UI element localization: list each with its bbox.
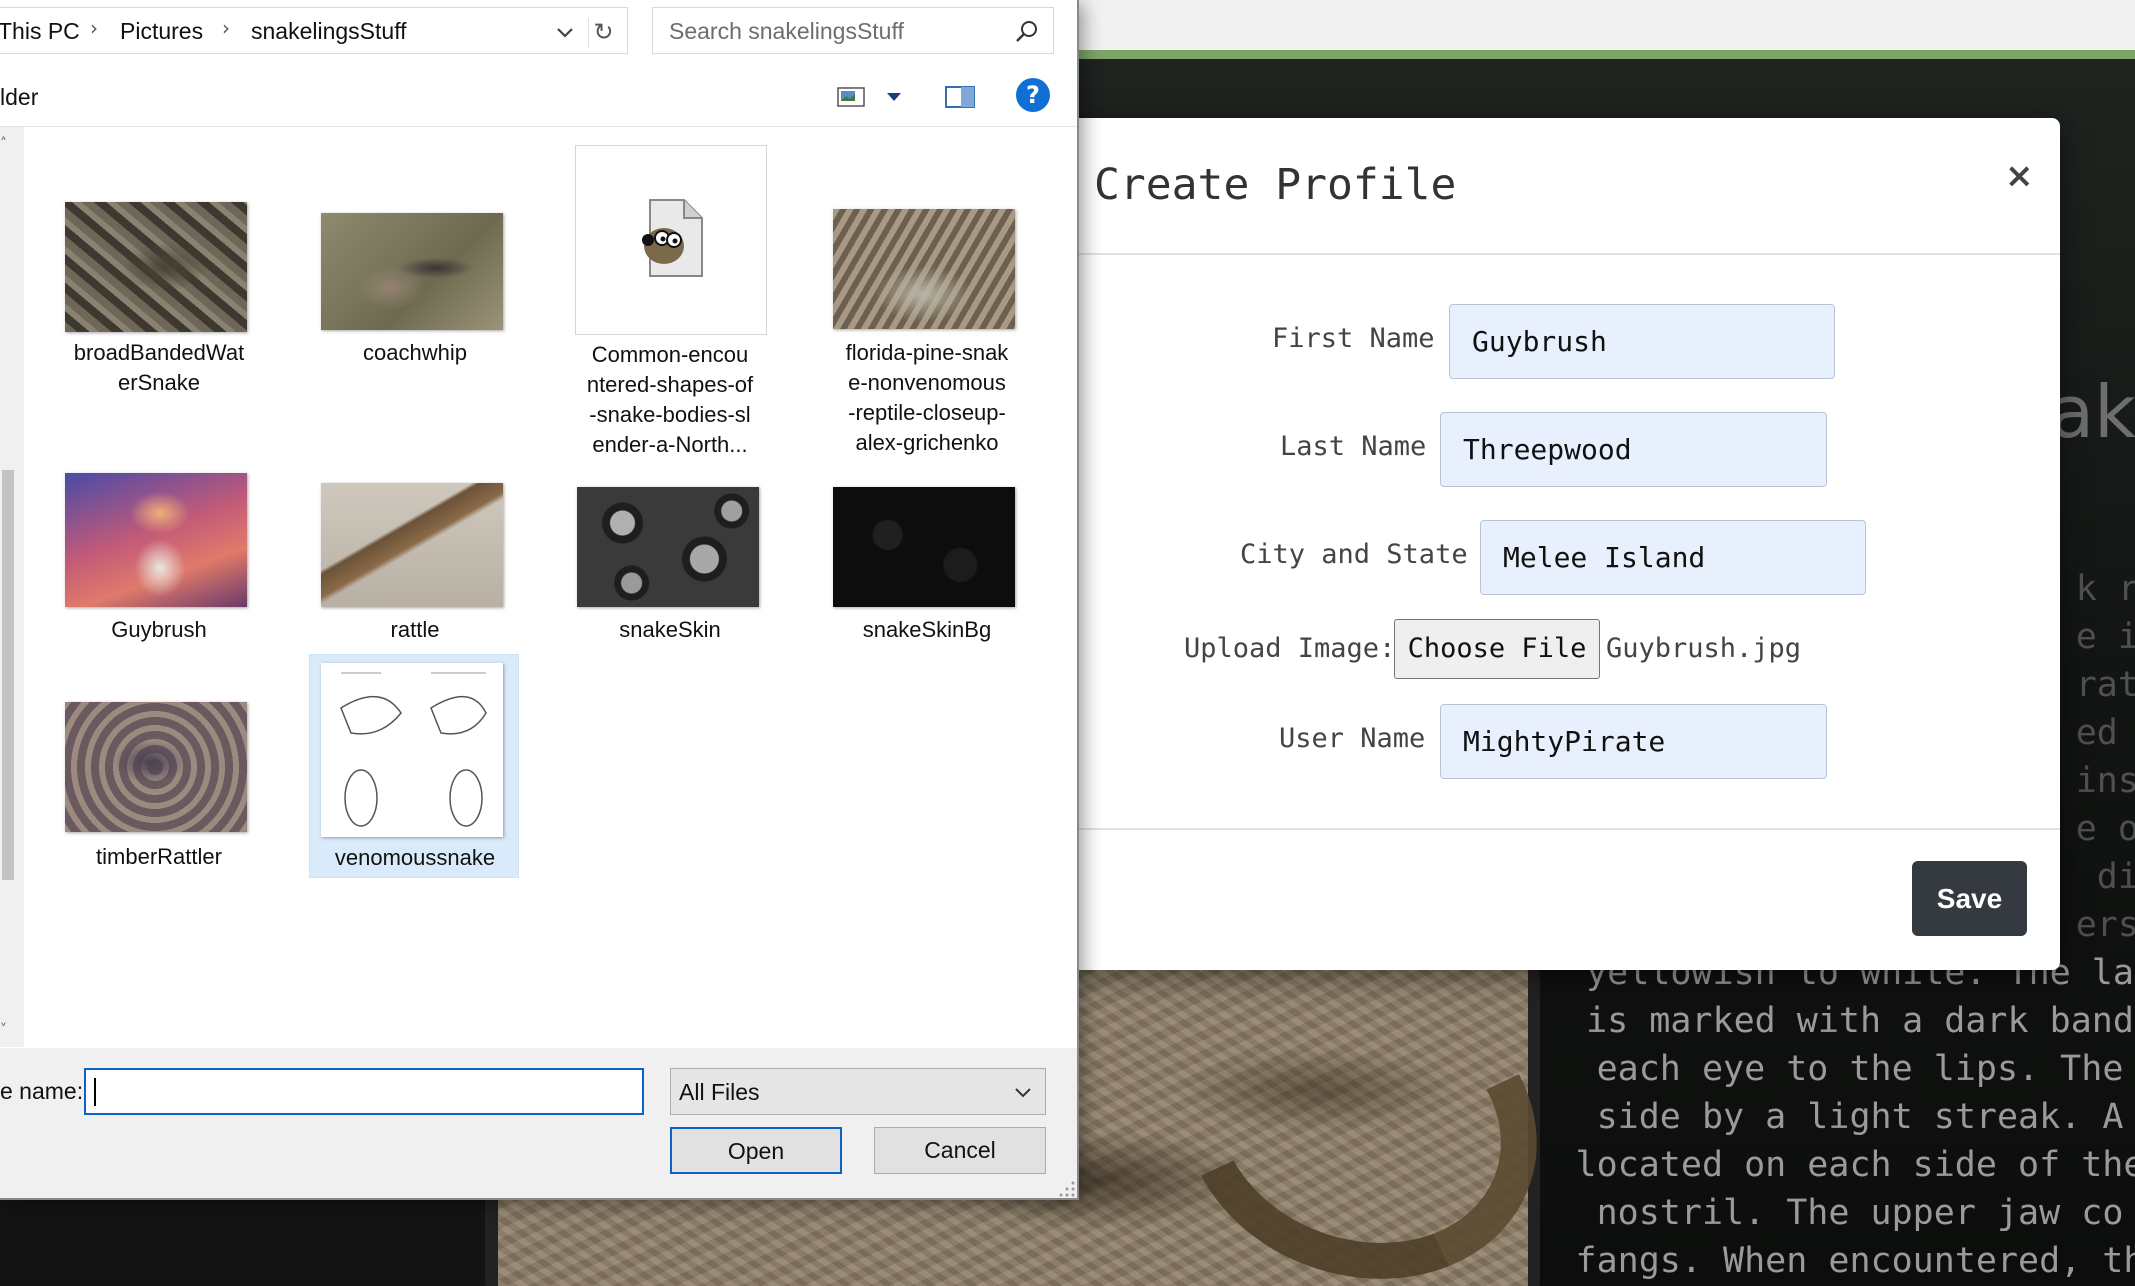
file-label: snakeSkin	[619, 617, 721, 642]
text-line: is marked with a dark band	[1586, 1001, 2134, 1041]
user-name-input[interactable]: MightyPirate	[1440, 704, 1827, 779]
save-button[interactable]: Save	[1912, 861, 2027, 936]
search-icon[interactable]	[1013, 18, 1041, 46]
file-item[interactable]: timberRattler	[54, 690, 264, 880]
file-type-value: All Files	[679, 1079, 760, 1105]
text-caret	[94, 1078, 96, 1106]
browser-top-bar	[1079, 0, 2135, 50]
file-label: rattle	[390, 617, 440, 642]
new-folder-button[interactable]: lder	[0, 84, 38, 111]
file-item[interactable]: rattle	[310, 470, 520, 650]
modal-header: Create Profile ×	[1060, 118, 2060, 255]
file-item[interactable]: Guybrush	[54, 460, 264, 650]
search-input[interactable]: Search snakelingsStuff	[669, 18, 904, 45]
breadcrumb-separator-icon: ›	[90, 16, 98, 40]
file-label: Guybrush	[111, 617, 207, 642]
file-name-label: e name:	[0, 1078, 84, 1104]
breadcrumb-this-pc[interactable]: This PC	[0, 18, 80, 45]
modal-footer-divider	[1060, 828, 2060, 830]
scrollbar-thumb[interactable]	[2, 470, 14, 880]
text-line: side by a light streak. A	[1596, 1097, 2124, 1137]
text-line: nostril. The upper jaw co	[1596, 1193, 2124, 1233]
file-name-input[interactable]	[84, 1068, 720, 1115]
text-line: fangs. When encountered, th	[1575, 1241, 2135, 1281]
file-item[interactable]: snakeSkin	[565, 475, 775, 650]
file-thumbnail	[321, 483, 503, 607]
file-thumbnail	[575, 145, 767, 335]
breadcrumb-snakelingsstuff[interactable]: snakelingsStuff	[251, 18, 407, 45]
city-state-label: City and State	[1240, 539, 1468, 570]
scroll-up-icon[interactable]: ˄	[0, 136, 7, 152]
accent-strip	[1079, 50, 2135, 59]
address-bar[interactable]: This PC › Pictures › snakelingsStuff ↻	[0, 7, 628, 54]
file-label: broadBandedWat erSnake	[73, 340, 245, 395]
preview-pane-icon[interactable]	[944, 84, 976, 110]
file-item[interactable]: coachwhip	[310, 200, 520, 410]
file-item-selected[interactable]: venomoussnake	[309, 654, 519, 878]
page-heading-fragment: ak	[2050, 370, 2135, 454]
file-item[interactable]: Common-encou ntered-shapes-of -snake-bod…	[565, 145, 775, 465]
chevron-down-icon[interactable]	[1011, 1081, 1035, 1103]
first-name-label: First Name	[1272, 323, 1435, 354]
chosen-file-name: Guybrush.jpg	[1606, 633, 1802, 664]
user-name-label: User Name	[1279, 723, 1426, 754]
gimp-file-icon	[642, 199, 703, 277]
upload-image-label: Upload Image:	[1184, 633, 1396, 664]
snake-diagram-icon	[340, 672, 487, 827]
choose-file-button[interactable]: Choose File	[1394, 619, 1600, 679]
file-label: timberRattler	[96, 844, 222, 869]
file-thumbnail	[833, 209, 1015, 329]
file-thumbnail	[321, 663, 503, 837]
file-label: coachwhip	[363, 340, 467, 365]
file-item[interactable]: florida-pine-snak e-nonvenomous -reptile…	[822, 196, 1032, 466]
file-thumbnail	[833, 487, 1015, 607]
file-thumbnail	[65, 473, 247, 607]
last-name-input[interactable]: Threepwood	[1440, 412, 1827, 487]
file-type-select[interactable]: All Files	[670, 1068, 1046, 1115]
breadcrumb-separator-icon: ›	[222, 16, 230, 40]
file-thumbnail	[65, 202, 247, 332]
scroll-down-icon[interactable]: ˅	[0, 1022, 7, 1038]
open-button[interactable]: Open	[670, 1127, 842, 1174]
modal-title: Create Profile	[1094, 160, 1457, 210]
file-thumbnail	[65, 702, 247, 832]
file-item[interactable]: snakeSkinBg	[822, 475, 1032, 650]
chevron-down-icon[interactable]	[884, 88, 904, 106]
file-label: Common-encou ntered-shapes-of -snake-bod…	[586, 342, 754, 457]
file-open-dialog: This PC › Pictures › snakelingsStuff ↻ S…	[0, 0, 1079, 1200]
chevron-down-icon[interactable]	[552, 20, 578, 46]
cancel-button[interactable]: Cancel	[874, 1127, 1046, 1174]
file-label: venomoussnake	[334, 845, 496, 870]
file-thumbnail	[321, 213, 503, 330]
toolbar-divider	[0, 126, 1077, 127]
close-icon[interactable]: ×	[2005, 156, 2034, 196]
text-line: each eye to the lips. The	[1596, 1049, 2124, 1089]
view-icon[interactable]	[836, 84, 866, 110]
breadcrumb-pictures[interactable]: Pictures	[120, 18, 203, 45]
help-icon[interactable]: ?	[1016, 78, 1050, 112]
refresh-icon[interactable]: ↻	[588, 18, 618, 48]
file-label: florida-pine-snak e-nonvenomous -reptile…	[845, 340, 1009, 455]
file-item[interactable]: broadBandedWat erSnake	[54, 190, 264, 410]
search-box[interactable]: Search snakelingsStuff	[652, 7, 1054, 54]
create-profile-modal: Create Profile × First Name Guybrush Las…	[1060, 118, 2060, 970]
resize-grip-icon[interactable]	[1058, 1180, 1076, 1198]
city-state-input[interactable]: Melee Island	[1480, 520, 1866, 595]
first-name-input[interactable]: Guybrush	[1449, 304, 1835, 379]
file-thumbnail	[577, 487, 759, 607]
file-label: snakeSkinBg	[862, 617, 992, 642]
text-line: located on each side of the	[1575, 1145, 2135, 1185]
last-name-label: Last Name	[1280, 431, 1427, 462]
